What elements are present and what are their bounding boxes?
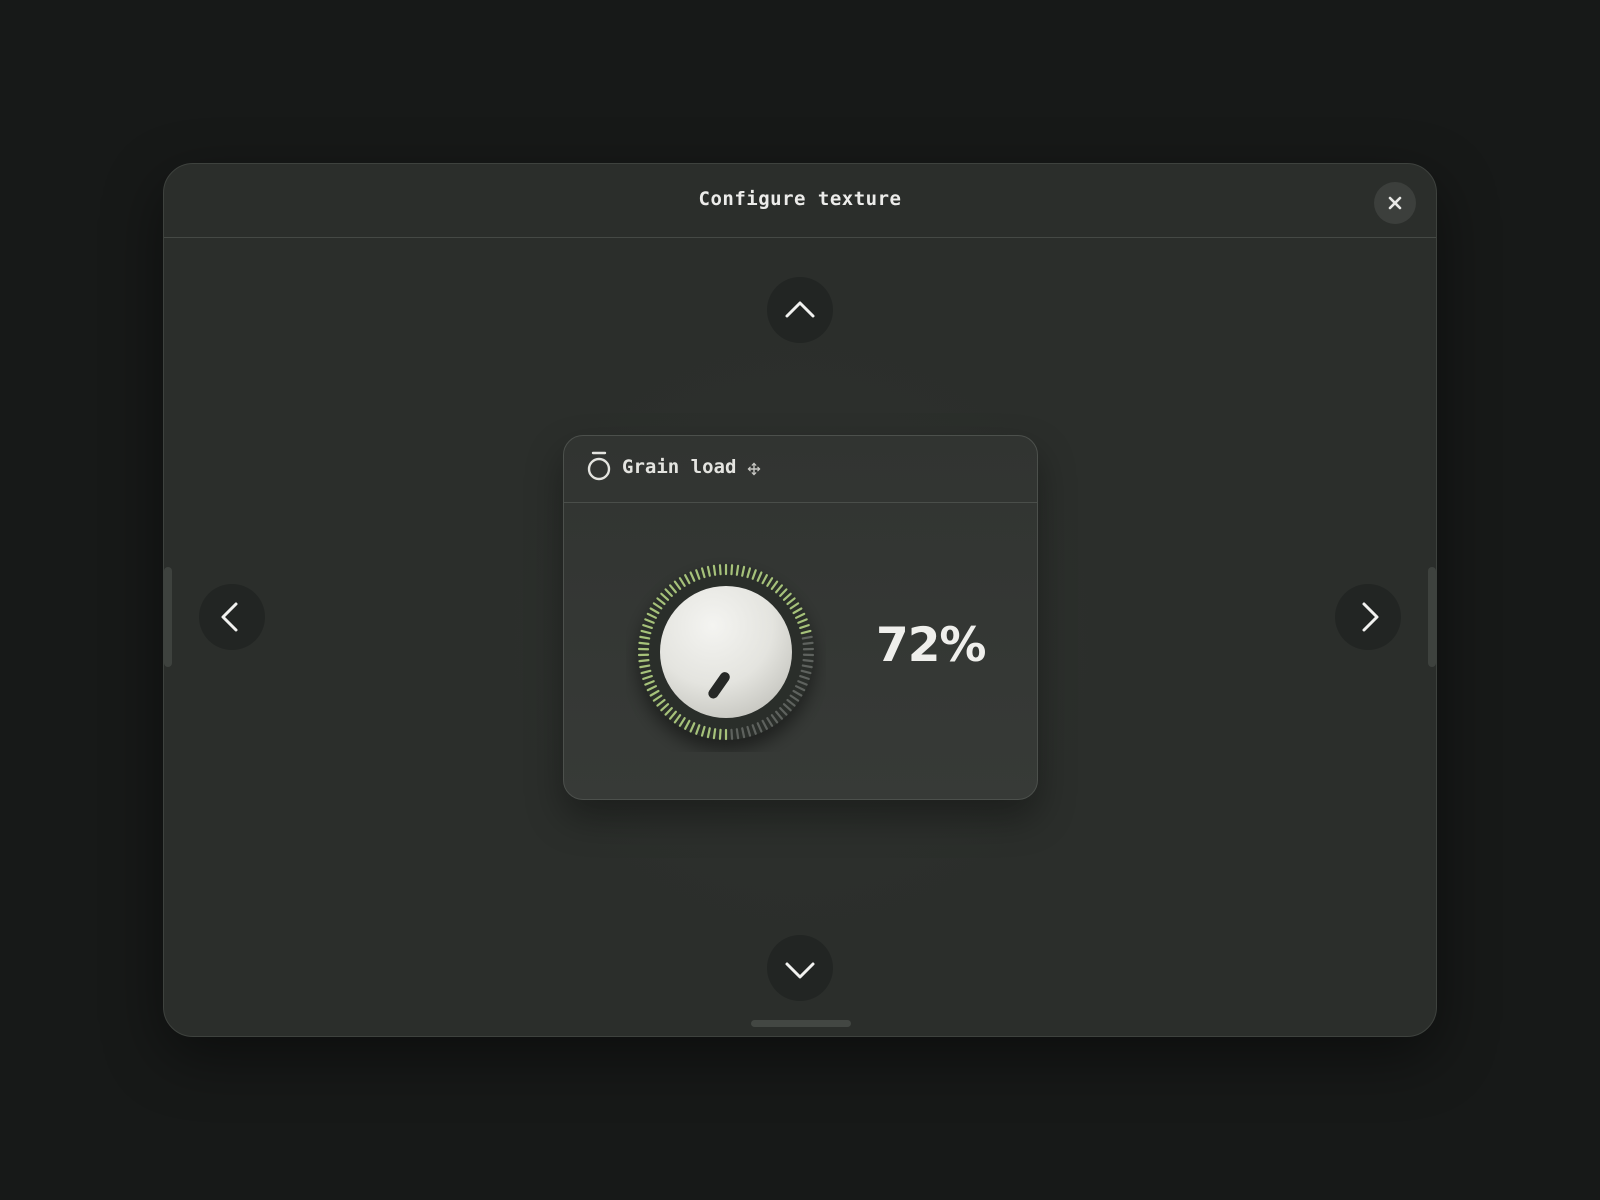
knob-tick — [730, 564, 734, 576]
knob-tick — [718, 564, 722, 576]
knob-tick — [638, 641, 650, 645]
control-card: Grain load 72% — [563, 435, 1038, 800]
nav-up-button[interactable] — [767, 277, 833, 343]
grain-load-knob[interactable] — [626, 552, 826, 752]
chevron-up-icon — [785, 301, 815, 318]
nav-left-button[interactable] — [199, 584, 265, 650]
knob-tick — [735, 564, 740, 576]
knob-face — [660, 586, 792, 718]
chevron-down-icon — [785, 962, 815, 979]
chevron-right-icon — [1362, 602, 1379, 632]
bottom-drag-handle[interactable] — [751, 1020, 851, 1027]
right-resize-handle[interactable] — [1428, 567, 1436, 667]
nav-right-button[interactable] — [1335, 584, 1401, 650]
knob-tick — [801, 664, 813, 669]
card-header: Grain load — [564, 436, 1037, 503]
close-icon — [1388, 196, 1402, 210]
knob-tick — [802, 641, 814, 645]
control-label: Grain load — [622, 456, 737, 478]
knob-tick — [639, 664, 651, 669]
knob-tick — [712, 564, 717, 576]
window-title: Configure texture — [698, 188, 902, 210]
knob-graphic — [637, 563, 815, 741]
timer-icon — [587, 451, 611, 481]
close-button[interactable] — [1374, 182, 1416, 224]
knob-tick — [802, 659, 814, 663]
move-icon[interactable] — [747, 462, 761, 476]
chevron-left-icon — [221, 602, 238, 632]
left-resize-handle[interactable] — [164, 567, 172, 667]
knob-tick — [712, 728, 717, 740]
title-bar: Configure texture — [164, 164, 1436, 238]
knob-tick — [730, 728, 734, 740]
knob-tick — [718, 728, 722, 740]
control-value: 72% — [876, 618, 986, 673]
knob-tick — [801, 635, 813, 640]
nav-down-button[interactable] — [767, 935, 833, 1001]
knob-tick — [735, 728, 740, 740]
dialog-window: Configure texture Grain load 72% — [163, 163, 1437, 1037]
knob-tick — [638, 659, 650, 663]
knob-tick — [639, 635, 651, 640]
